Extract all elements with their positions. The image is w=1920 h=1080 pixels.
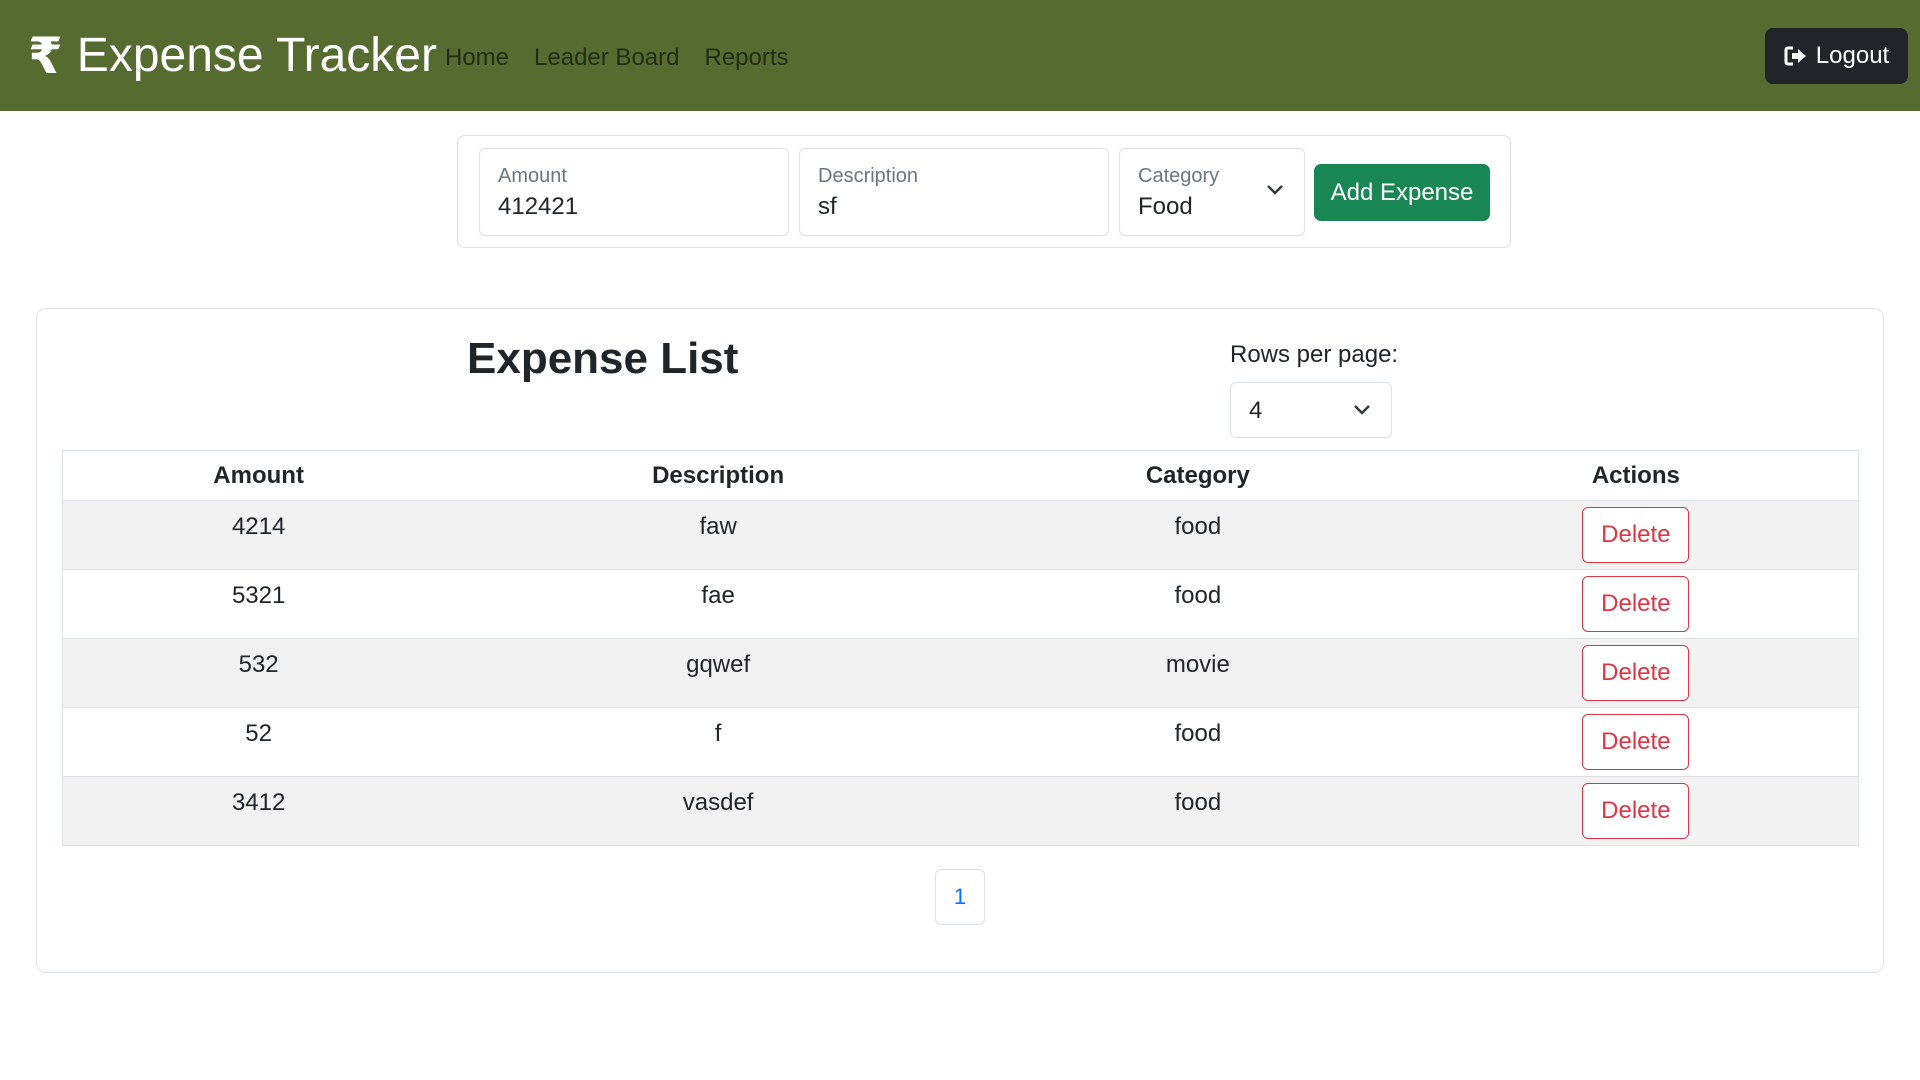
cell-actions: Delete — [1413, 569, 1859, 639]
cell-actions: Delete — [1413, 707, 1859, 777]
description-value: sf — [818, 193, 837, 220]
cell-category: movie — [981, 638, 1414, 708]
table-row: 4214 faw food Delete — [62, 500, 1859, 570]
expense-list-card: Expense List Rows per page: 4 Amount Des… — [36, 308, 1884, 973]
cell-description: vasdef — [454, 776, 982, 846]
delete-button[interactable]: Delete — [1582, 576, 1690, 632]
cell-description: gqwef — [454, 638, 982, 708]
nav-leader-board[interactable]: Leader Board — [534, 42, 679, 74]
nav-reports[interactable]: Reports — [704, 42, 788, 74]
cell-actions: Delete — [1413, 500, 1859, 570]
table-header-row: Amount Description Category Actions — [62, 450, 1859, 501]
category-label: Category — [1138, 165, 1220, 187]
logout-button[interactable]: Logout — [1765, 28, 1908, 84]
description-field[interactable]: Description sf — [799, 148, 1109, 236]
delete-button[interactable]: Delete — [1582, 645, 1690, 701]
rows-per-page-select[interactable]: 4 — [1230, 382, 1392, 438]
brand[interactable]: ₹ Expense Tracker — [28, 28, 437, 84]
table-row: 532 gqwef movie Delete — [62, 638, 1859, 708]
cell-actions: Delete — [1413, 638, 1859, 708]
cell-description: f — [454, 707, 982, 777]
brand-title: Expense Tracker — [76, 29, 437, 82]
rows-per-page-label: Rows per page: — [1230, 341, 1399, 368]
chevron-down-icon — [1353, 403, 1371, 421]
rows-per-page-value: 4 — [1249, 397, 1263, 424]
cell-actions: Delete — [1413, 776, 1859, 846]
amount-label: Amount — [498, 165, 567, 187]
pagination-page-1[interactable]: 1 — [935, 869, 985, 925]
column-header-amount: Amount — [62, 450, 455, 501]
cell-category: food — [981, 707, 1414, 777]
add-expense-form: Amount 412421 Description sf Category Fo… — [457, 135, 1511, 248]
delete-button[interactable]: Delete — [1582, 507, 1690, 563]
description-label: Description — [818, 165, 919, 187]
cell-amount: 532 — [62, 638, 455, 708]
category-select[interactable]: Category Food — [1119, 148, 1305, 236]
cell-amount: 52 — [62, 707, 455, 777]
sign-out-icon — [1784, 45, 1808, 67]
cell-category: food — [981, 569, 1414, 639]
category-value: Food — [1138, 193, 1193, 220]
table-row: 3412 vasdef food Delete — [62, 776, 1859, 846]
column-header-description: Description — [454, 450, 982, 501]
page-title: Expense List — [467, 334, 739, 383]
rupee-icon: ₹ — [28, 28, 63, 84]
cell-description: fae — [454, 569, 982, 639]
table-row: 5321 fae food Delete — [62, 569, 1859, 639]
delete-button[interactable]: Delete — [1582, 783, 1690, 839]
cell-category: food — [981, 500, 1414, 570]
cell-description: faw — [454, 500, 982, 570]
chevron-down-icon — [1266, 183, 1284, 201]
cell-amount: 4214 — [62, 500, 455, 570]
nav-home[interactable]: Home — [445, 42, 509, 74]
cell-amount: 3412 — [62, 776, 455, 846]
nav-links: Home Leader Board Reports — [445, 42, 789, 74]
column-header-actions: Actions — [1413, 450, 1859, 501]
amount-value: 412421 — [498, 193, 579, 220]
table-row: 52 f food Delete — [62, 707, 1859, 777]
delete-button[interactable]: Delete — [1582, 714, 1690, 770]
column-header-category: Category — [981, 450, 1414, 501]
cell-amount: 5321 — [62, 569, 455, 639]
amount-field[interactable]: Amount 412421 — [479, 148, 789, 236]
logout-label: Logout — [1815, 42, 1890, 69]
navbar: ₹ Expense Tracker Home Leader Board Repo… — [0, 0, 1920, 111]
add-expense-button[interactable]: Add Expense — [1314, 164, 1490, 221]
expense-table: Amount Description Category Actions 4214… — [62, 450, 1859, 846]
cell-category: food — [981, 776, 1414, 846]
